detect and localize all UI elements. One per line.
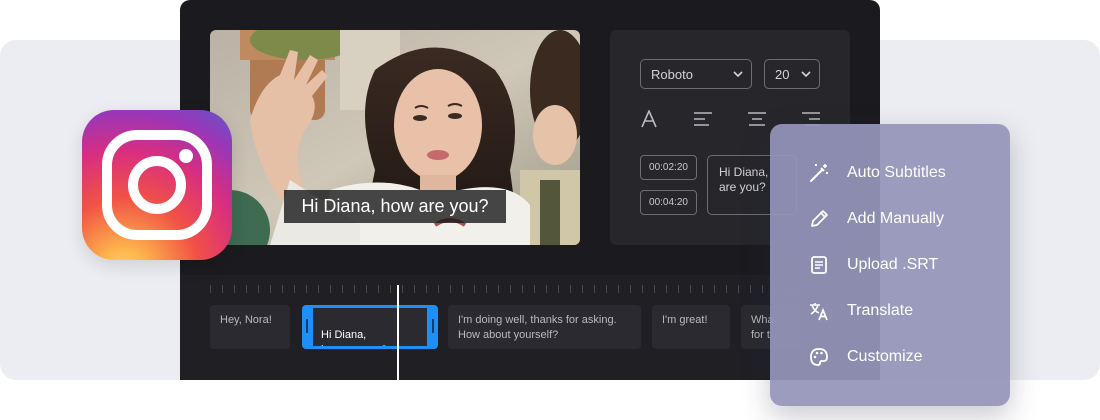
video-preview[interactable]: Hi Diana, how are you? [210,30,580,245]
subtitle-clip[interactable]: Hey, Nora! [210,305,290,349]
subtitle-editor-illustration: Hi Diana, how are you? Roboto 20 00:02:2… [0,0,1100,420]
subtitle-clip-selected[interactable]: Hi Diana, how are you? [302,305,438,349]
clip-end-handle[interactable] [432,319,434,333]
clip-start-handle[interactable] [306,319,308,333]
menu-item-customize[interactable]: Customize [808,342,923,372]
instagram-logo [82,110,232,260]
palette-icon [808,346,830,368]
subtitle-clip[interactable]: I'm doing well, thanks for asking. How a… [448,305,641,349]
menu-item-add-manually[interactable]: Add Manually [808,204,944,234]
magic-wand-icon [808,162,830,184]
instagram-icon [102,130,212,240]
menu-item-label: Upload .SRT [847,256,939,273]
subtitle-clip-text: Hi Diana, how are you? [321,329,387,346]
subtitle-clip[interactable]: I'm great! [652,305,730,349]
align-left-icon[interactable] [693,110,713,133]
menu-item-label: Auto Subtitles [847,164,946,181]
translate-icon [808,300,830,322]
font-size-select[interactable]: 20 [764,59,820,89]
pencil-icon [808,208,830,230]
start-time-field[interactable]: 00:02:20 [640,155,697,180]
menu-item-auto-subtitles[interactable]: Auto Subtitles [808,158,946,188]
font-family-select[interactable]: Roboto [640,59,752,89]
align-center-icon[interactable] [747,110,767,133]
menu-item-upload-srt[interactable]: Upload .SRT [808,250,938,280]
timeline-ruler [210,285,810,293]
menu-item-label: Customize [847,348,923,365]
font-size-value: 20 [775,67,790,82]
playhead[interactable] [397,285,399,380]
menu-item-label: Translate [847,302,914,319]
font-family-value: Roboto [651,67,693,82]
text-color-icon[interactable] [640,109,658,133]
menu-item-translate[interactable]: Translate [808,296,913,326]
menu-item-label: Add Manually [847,210,944,227]
chevron-down-icon [733,60,743,103]
document-icon [808,254,830,276]
chevron-down-icon [801,60,811,103]
end-time-field[interactable]: 00:04:20 [640,190,697,215]
video-caption: Hi Diana, how are you? [284,190,506,223]
subtitle-actions-menu: Auto Subtitles Add Manually Upload .SRT … [770,124,1010,406]
